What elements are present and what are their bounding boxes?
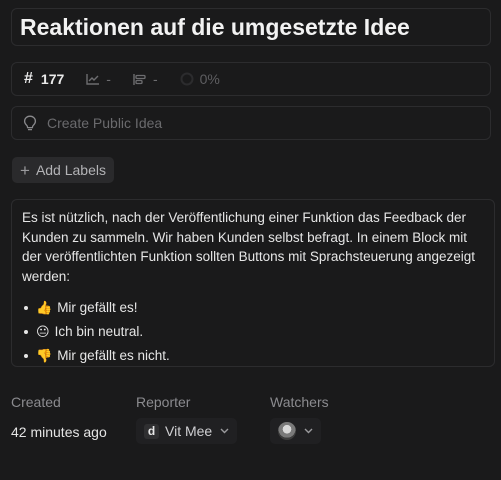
lightbulb-icon	[23, 115, 37, 130]
list-item-text: Mir gefällt es nicht.	[57, 348, 170, 364]
progress-circle-icon	[180, 72, 194, 86]
reporter-avatar: d	[144, 423, 159, 439]
list-item-text: Ich bin neutral.	[54, 324, 144, 340]
chevron-down-icon	[220, 428, 229, 434]
chart-line-icon	[86, 74, 100, 85]
thumbs-up-icon: 👍	[36, 300, 53, 316]
list-item-text: Mir gefällt es!	[57, 300, 138, 316]
description-paragraph: Es ist nützlich, nach der Veröffentlichu…	[22, 210, 476, 284]
add-labels-label: Add Labels	[35, 162, 106, 178]
bullet-icon	[24, 354, 28, 358]
reporter-selector[interactable]: d Vit Mee	[136, 418, 238, 444]
bar-align-icon	[133, 73, 146, 85]
watchers-label: Watchers	[270, 394, 329, 410]
create-public-idea-placeholder: Create Public Idea	[47, 115, 163, 131]
list-item: 👎 Mir gefällt es nicht.	[22, 344, 484, 368]
created-value: 42 minutes ago	[11, 424, 107, 440]
watchers-selector[interactable]	[270, 418, 321, 444]
priority-selector[interactable]: -	[133, 71, 158, 87]
reporter-name: Vit Mee	[165, 423, 213, 439]
issue-title-text: Reaktionen auf die umgesetzte Idee	[20, 13, 410, 40]
chevron-down-icon	[304, 428, 313, 434]
issue-meta-bar: # 177 - - 0%	[11, 62, 491, 96]
trend-selector[interactable]: -	[86, 71, 111, 87]
reporter-label: Reporter	[136, 394, 191, 410]
neutral-face-icon: 😐	[36, 324, 50, 340]
thumbs-down-icon: 👎	[36, 348, 53, 364]
description-list: 👍 Mir gefällt es! 😐 Ich bin neutral. 👎 M…	[22, 296, 484, 368]
plus-icon: +	[20, 160, 30, 180]
list-item: 😐 Ich bin neutral.	[22, 320, 484, 344]
created-label: Created	[11, 394, 61, 410]
create-public-idea-field[interactable]: Create Public Idea	[11, 106, 491, 140]
avatar	[278, 422, 296, 440]
bullet-icon	[24, 306, 28, 310]
trend-value: -	[106, 71, 111, 87]
issue-number: 177	[40, 71, 65, 87]
progress-value: 0%	[199, 71, 220, 87]
add-labels-button[interactable]: + Add Labels	[12, 157, 114, 183]
list-item: 👍 Mir gefällt es!	[22, 296, 484, 320]
bullet-icon	[24, 330, 28, 334]
progress-indicator[interactable]: 0%	[180, 71, 220, 87]
hash-icon: #	[24, 70, 33, 87]
description-editor[interactable]: Es ist nützlich, nach der Veröffentlichu…	[11, 199, 495, 367]
issue-title[interactable]: Reaktionen auf die umgesetzte Idee	[11, 8, 491, 46]
priority-value: -	[152, 71, 158, 87]
issue-id: # 177	[24, 70, 64, 88]
